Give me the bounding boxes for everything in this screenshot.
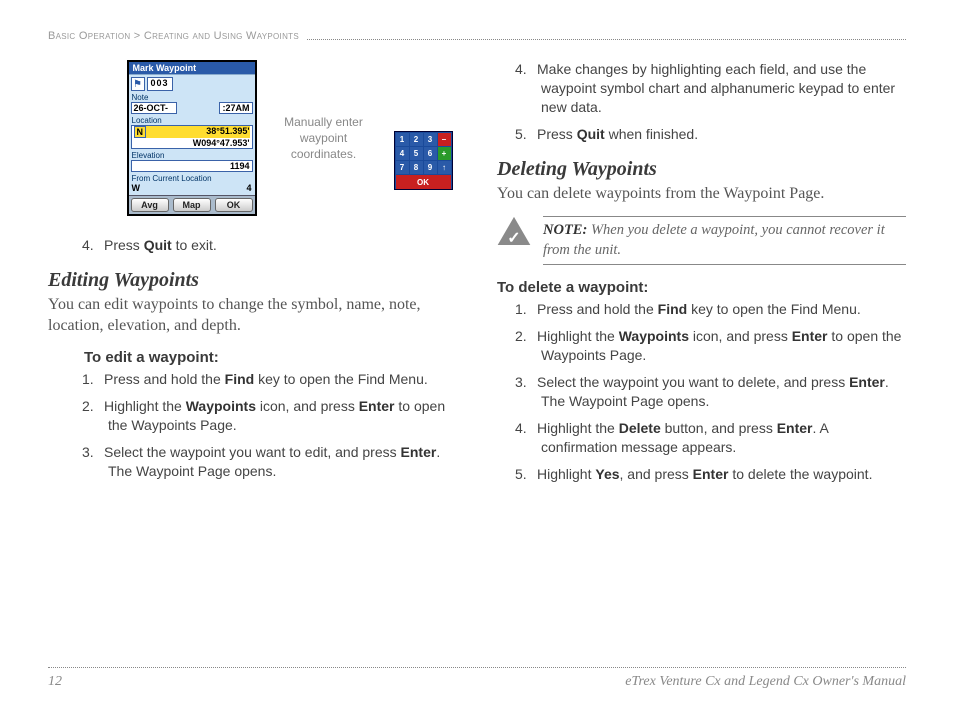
note-time: :27AM (219, 102, 253, 114)
list-item: Make changes by highlighting each field,… (537, 60, 906, 117)
figure-caption: Manually enter waypoint coordinates. (269, 114, 379, 163)
key-8: 8 (410, 161, 423, 174)
key-4: 4 (396, 147, 409, 160)
edit-subheading: To edit a waypoint: (84, 349, 457, 366)
device-button-row: Avg Map OK (129, 195, 255, 214)
ok-button: OK (215, 198, 253, 212)
breadcrumb: Basic Operation > Creating and Using Way… (48, 30, 299, 42)
location-field: N 38°51.395' W094°47.953' (131, 125, 253, 149)
device-figure: Mark Waypoint 003 Note 26-OCT- :27AM Loc… (48, 60, 457, 216)
manual-title: eTrex Venture Cx and Legend Cx Owner's M… (625, 674, 906, 690)
page-footer: 12 eTrex Venture Cx and Legend Cx Owner'… (48, 667, 906, 690)
key-6: 6 (424, 147, 437, 160)
flag-icon (131, 77, 145, 91)
breadcrumb-subsection: Creating and Using Waypoints (144, 30, 299, 42)
right-column: Make changes by highlighting each field,… (497, 60, 906, 491)
from-label: From Current Location (129, 174, 255, 183)
key-plus: + (438, 147, 451, 160)
page-header: Basic Operation > Creating and Using Way… (48, 30, 906, 42)
note-date: 26-OCT- (131, 102, 177, 114)
location-label: Location (129, 116, 255, 125)
key-2: 2 (410, 133, 423, 146)
key-7: 7 (396, 161, 409, 174)
editing-paragraph: You can edit waypoints to change the sym… (48, 294, 457, 337)
numeric-keypad: 1 2 3 – 4 5 6 + 7 8 9 ↑ OK (394, 131, 453, 190)
breadcrumb-sep: > (130, 30, 143, 42)
key-1: 1 (396, 133, 409, 146)
exit-step-list: Press Quit to exit. (48, 236, 457, 255)
list-item: Highlight the Waypoints icon, and press … (537, 327, 906, 365)
list-item: Highlight Yes, and press Enter to delete… (537, 465, 906, 484)
key-up: ↑ (438, 161, 451, 174)
edit-step-list: Press and hold the Find key to open the … (48, 370, 457, 480)
lat-value: 38°51.395' (146, 126, 250, 138)
note-label: Note (129, 93, 255, 102)
continued-step-list: Make changes by highlighting each field,… (497, 60, 906, 144)
list-item: Select the waypoint you want to edit, an… (104, 443, 457, 481)
from-dir: W (132, 183, 141, 193)
elevation-value: 1194 (131, 160, 253, 172)
map-button: Map (173, 198, 211, 212)
key-5: 5 (410, 147, 423, 160)
page-number: 12 (48, 674, 62, 690)
delete-step-list: Press and hold the Find key to open the … (497, 300, 906, 483)
breadcrumb-section: Basic Operation (48, 30, 130, 42)
avg-button: Avg (131, 198, 169, 212)
key-minus: – (438, 133, 451, 146)
elevation-label: Elevation (129, 151, 255, 160)
list-item: Press and hold the Find key to open the … (104, 370, 457, 389)
key-3: 3 (424, 133, 437, 146)
from-values: W 4 (129, 183, 255, 195)
key-9: 9 (424, 161, 437, 174)
deleting-heading: Deleting Waypoints (497, 158, 906, 181)
list-item: Select the waypoint you want to delete, … (537, 373, 906, 411)
editing-heading: Editing Waypoints (48, 269, 457, 292)
key-ok: OK (396, 175, 451, 189)
device-title: Mark Waypoint (129, 62, 255, 74)
device-screenshot: Mark Waypoint 003 Note 26-OCT- :27AM Loc… (127, 60, 257, 216)
list-item: Highlight the Delete button, and press E… (537, 419, 906, 457)
note-text: NOTE: When you delete a waypoint, you ca… (543, 216, 906, 265)
deleting-paragraph: You can delete waypoints from the Waypoi… (497, 183, 906, 205)
list-item: Press Quit to exit. (104, 236, 457, 255)
left-column: Mark Waypoint 003 Note 26-OCT- :27AM Loc… (48, 60, 457, 491)
from-dist: 4 (246, 183, 251, 193)
lat-dir: N (134, 126, 147, 138)
lon-value: W094°47.953' (134, 138, 250, 148)
header-rule (307, 33, 906, 40)
list-item: Press Quit when finished. (537, 125, 906, 144)
waypoint-id: 003 (147, 77, 173, 91)
list-item: Highlight the Waypoints icon, and press … (104, 397, 457, 435)
delete-subheading: To delete a waypoint: (497, 279, 906, 296)
note-triangle-icon (497, 216, 531, 250)
note-callout: NOTE: When you delete a waypoint, you ca… (497, 216, 906, 265)
list-item: Press and hold the Find key to open the … (537, 300, 906, 319)
